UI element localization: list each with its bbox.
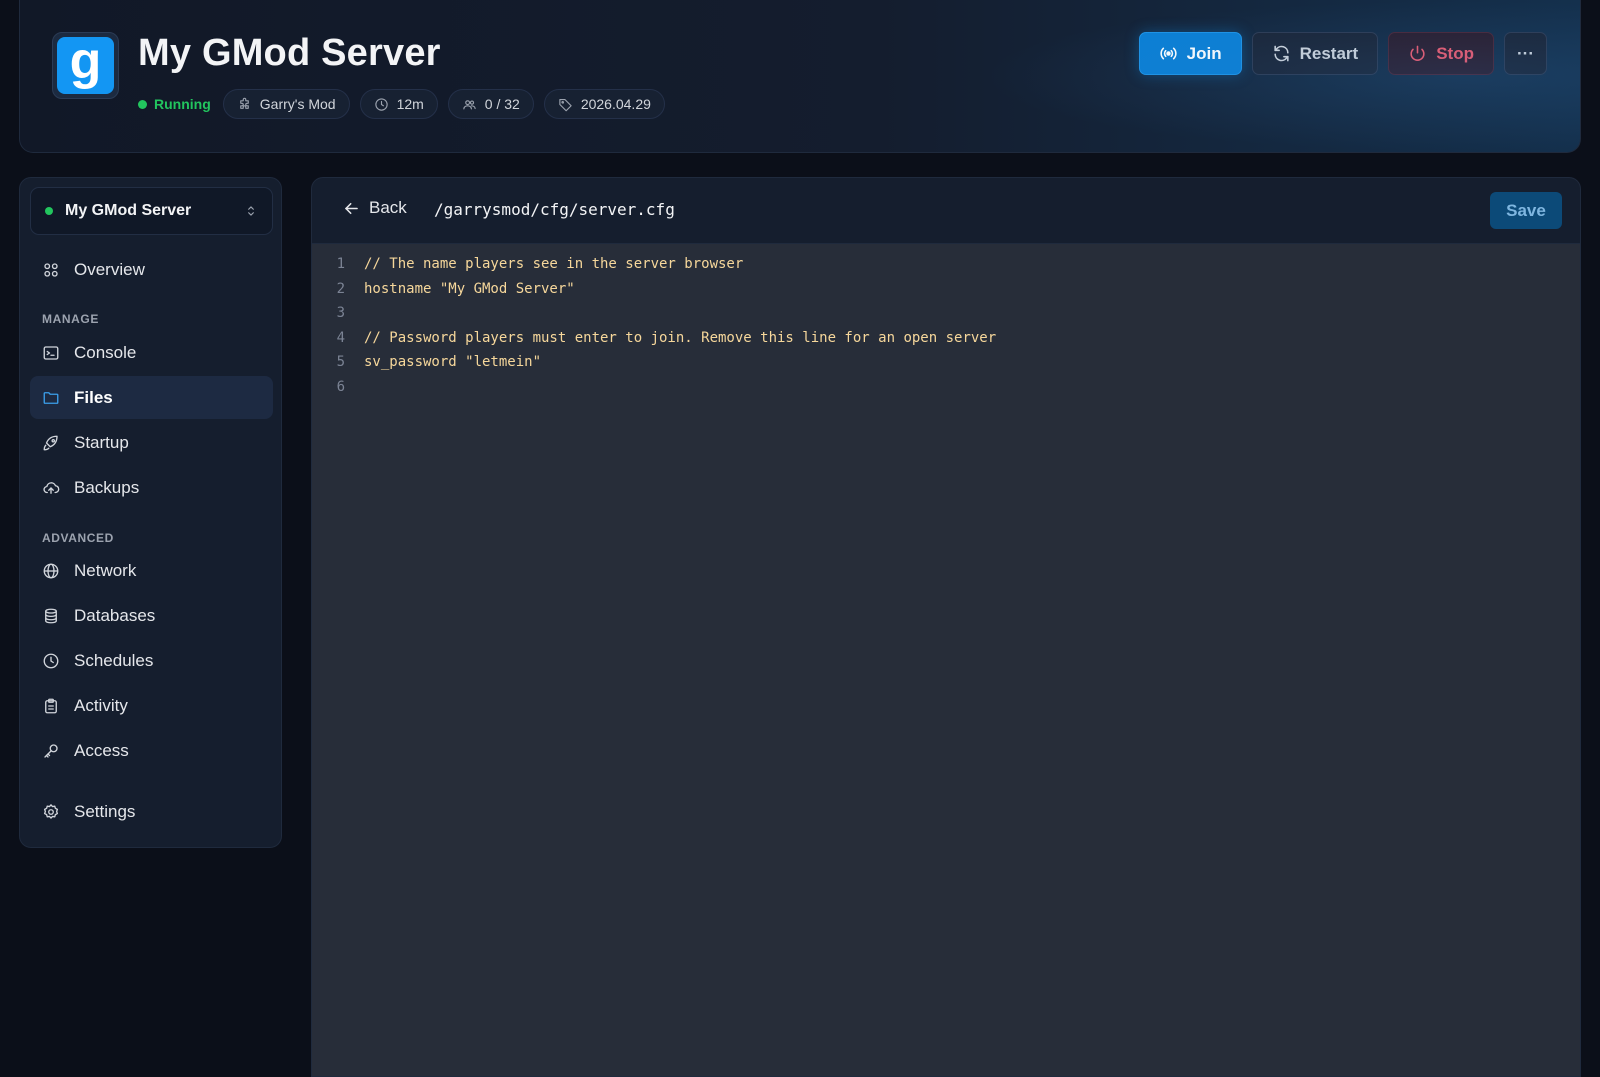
sidebar-item-label: Files bbox=[74, 387, 113, 407]
code-editor[interactable]: 1 // The name players see in the server … bbox=[312, 252, 1580, 399]
sidebar-item-startup[interactable]: Startup bbox=[30, 421, 273, 464]
chevron-up-down-icon bbox=[248, 206, 254, 216]
sidebar-item-label: Access bbox=[74, 740, 129, 760]
line-number: 4 bbox=[336, 329, 345, 346]
sidebar-item-label: Databases bbox=[74, 605, 156, 625]
line-text: sv_password "letmein" bbox=[364, 354, 542, 371]
line-number: 3 bbox=[336, 305, 345, 322]
code-line: 5 sv_password "letmein" bbox=[312, 350, 1580, 375]
server-status-dot-icon bbox=[45, 207, 53, 215]
broadcast-icon bbox=[1160, 47, 1177, 60]
section-label-manage: MANAGE bbox=[42, 312, 99, 326]
sidebar-item-console[interactable]: Console bbox=[30, 331, 273, 374]
tag-icon bbox=[559, 98, 572, 111]
join-label: Join bbox=[1186, 43, 1222, 63]
status-label: Running bbox=[154, 96, 211, 112]
join-button[interactable]: Join bbox=[1138, 32, 1242, 75]
sidebar-item-label: Activity bbox=[74, 695, 128, 715]
page-title: My GMod Server bbox=[138, 32, 441, 74]
puzzle-icon bbox=[239, 97, 249, 109]
line-number: 2 bbox=[336, 280, 345, 297]
back-label: Back bbox=[369, 198, 407, 217]
players-label: 0 / 32 bbox=[484, 96, 520, 112]
clock-icon bbox=[374, 97, 388, 111]
code-line: 3 bbox=[312, 301, 1580, 326]
sidebar-item-settings[interactable]: Settings bbox=[30, 790, 273, 833]
more-icon: ··· bbox=[1517, 43, 1534, 63]
sidebar-item-label: Schedules bbox=[74, 650, 154, 670]
line-number: 5 bbox=[336, 354, 345, 371]
stop-label: Stop bbox=[1436, 43, 1474, 63]
code-line: 2 hostname "My GMod Server" bbox=[312, 277, 1580, 302]
server-meta: Running Garry's Mod 12m 0 / 32 2026.04.2… bbox=[138, 89, 665, 119]
grid-icon bbox=[44, 262, 58, 277]
gear-icon bbox=[43, 803, 59, 819]
sidebar-item-label: Overview bbox=[74, 259, 145, 279]
game-pill: Garry's Mod bbox=[222, 89, 350, 119]
more-options-button[interactable]: ··· bbox=[1504, 32, 1547, 75]
back-button[interactable]: Back bbox=[342, 198, 407, 218]
sidebar-item-overview[interactable]: Overview bbox=[30, 248, 273, 291]
save-button[interactable]: Save bbox=[1490, 192, 1562, 229]
cloud-upload-icon bbox=[43, 481, 60, 494]
file-editor: Back /garrysmod/cfg/server.cfg Save 1 //… bbox=[311, 177, 1581, 1077]
users-icon bbox=[463, 99, 476, 109]
sidebar-item-activity[interactable]: Activity bbox=[30, 684, 273, 727]
restart-label: Restart bbox=[1299, 43, 1359, 63]
sidebar-item-files[interactable]: Files bbox=[30, 376, 273, 419]
clipboard-icon bbox=[45, 698, 57, 713]
globe-icon bbox=[43, 563, 59, 578]
database-icon bbox=[45, 608, 57, 623]
arrow-left-icon bbox=[345, 202, 358, 214]
restart-button[interactable]: Restart bbox=[1251, 32, 1379, 75]
status-badge: Running bbox=[138, 96, 211, 112]
server-selector[interactable]: My GMod Server bbox=[30, 187, 273, 235]
status-dot-icon bbox=[138, 99, 147, 109]
refresh-icon bbox=[1274, 45, 1289, 62]
code-line: 6 bbox=[312, 375, 1580, 400]
version-pill: 2026.04.29 bbox=[543, 89, 665, 119]
folder-icon bbox=[43, 391, 59, 404]
server-actions: Join Restart Stop ··· bbox=[1138, 32, 1547, 75]
line-text: hostname "My GMod Server" bbox=[364, 280, 575, 297]
sidebar-item-schedules[interactable]: Schedules bbox=[30, 639, 273, 682]
players-pill: 0 / 32 bbox=[447, 89, 534, 119]
sidebar-item-label: Console bbox=[74, 342, 137, 362]
key-icon bbox=[44, 743, 58, 758]
uptime-label: 12m bbox=[396, 96, 424, 112]
line-text: // Password players must enter to join. … bbox=[364, 329, 997, 346]
line-number: 6 bbox=[336, 378, 345, 395]
server-selector-name: My GMod Server bbox=[65, 202, 192, 219]
file-path: /garrysmod/cfg/server.cfg bbox=[434, 200, 675, 219]
rocket-icon bbox=[43, 435, 58, 450]
sidebar: My GMod Server Overview MANAGE Console F… bbox=[19, 177, 282, 848]
sidebar-item-label: Backups bbox=[74, 477, 140, 497]
sidebar-item-databases[interactable]: Databases bbox=[30, 594, 273, 637]
gmod-logo-icon: g bbox=[57, 35, 114, 94]
power-icon bbox=[1410, 45, 1425, 61]
server-logo: g bbox=[52, 32, 119, 99]
clock-icon bbox=[43, 653, 59, 668]
uptime-pill: 12m bbox=[359, 89, 438, 119]
code-line: 4 // Password players must enter to join… bbox=[312, 326, 1580, 351]
version-label: 2026.04.29 bbox=[580, 96, 651, 112]
sidebar-item-label: Settings bbox=[74, 801, 136, 821]
game-label: Garry's Mod bbox=[259, 96, 336, 112]
terminal-icon bbox=[43, 345, 59, 360]
code-line: 1 // The name players see in the server … bbox=[312, 252, 1580, 277]
sidebar-item-backups[interactable]: Backups bbox=[30, 466, 273, 509]
section-label-advanced: ADVANCED bbox=[42, 531, 114, 545]
sidebar-item-label: Startup bbox=[74, 432, 129, 452]
editor-toolbar: Back /garrysmod/cfg/server.cfg Save bbox=[312, 178, 1580, 244]
sidebar-item-label: Network bbox=[74, 560, 137, 580]
stop-button[interactable]: Stop bbox=[1388, 32, 1494, 75]
line-number: 1 bbox=[336, 256, 345, 273]
sidebar-item-access[interactable]: Access bbox=[30, 729, 273, 772]
line-text: // The name players see in the server br… bbox=[364, 256, 744, 273]
sidebar-item-network[interactable]: Network bbox=[30, 549, 273, 592]
server-header: g My GMod Server Running Garry's Mod 12m… bbox=[19, 0, 1581, 153]
